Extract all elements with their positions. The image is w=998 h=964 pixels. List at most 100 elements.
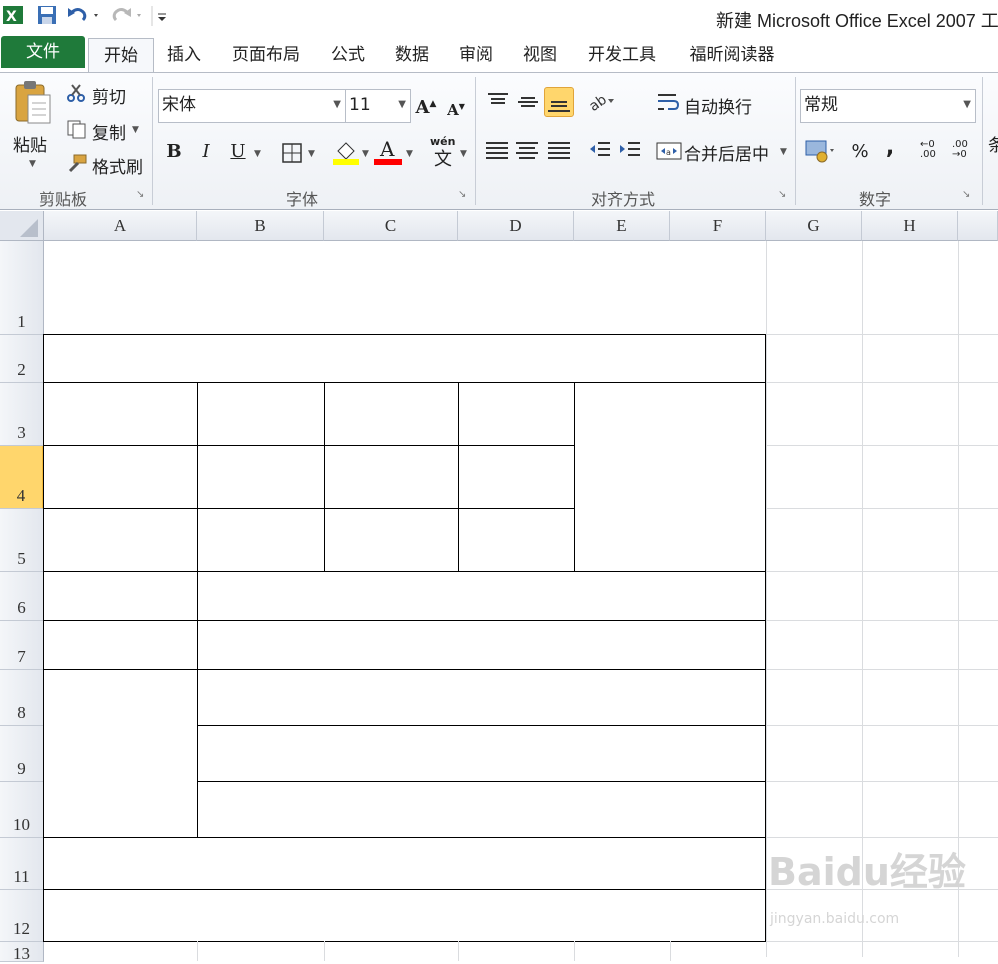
comma-button[interactable]: , <box>880 135 900 161</box>
cell-d5[interactable] <box>458 508 575 572</box>
cell-d4[interactable] <box>458 445 575 509</box>
tab-formulas[interactable]: 公式 <box>322 38 374 72</box>
select-all-corner[interactable] <box>0 211 44 241</box>
cell-c4[interactable] <box>324 445 459 509</box>
cut-icon[interactable] <box>66 83 86 107</box>
row-header-2[interactable]: 2 <box>0 335 44 383</box>
cell-a7[interactable] <box>43 620 198 670</box>
cell-a2-f2-merged[interactable] <box>43 334 766 383</box>
font-size-select[interactable]: 11 ▼ <box>345 89 411 123</box>
align-right-icon[interactable] <box>546 139 572 167</box>
cell-c3[interactable] <box>324 382 459 446</box>
italic-button[interactable]: I <box>194 139 218 165</box>
row-header-7[interactable]: 7 <box>0 621 44 670</box>
font-color-button[interactable]: A <box>374 137 404 165</box>
column-header-d[interactable]: D <box>458 211 574 241</box>
decrease-indent-icon[interactable] <box>588 139 612 167</box>
percent-button[interactable]: % <box>848 139 872 165</box>
tab-page-layout[interactable]: 页面布局 <box>224 38 308 72</box>
cell-b8-f8-merged[interactable] <box>197 669 766 726</box>
accounting-format-icon[interactable] <box>804 137 834 169</box>
copy-icon[interactable] <box>66 119 88 143</box>
cell-e3-f5-merged[interactable] <box>574 382 766 572</box>
align-middle-icon[interactable] <box>516 91 540 117</box>
redo-icon[interactable] <box>110 4 141 26</box>
orientation-icon[interactable]: ab <box>586 89 614 117</box>
paste-dropdown-arrow[interactable]: ▼ <box>29 159 36 169</box>
cell-b3[interactable] <box>197 382 325 446</box>
worksheet-grid[interactable]: A B C D E F G H 1 2 3 4 5 6 7 8 9 10 11 … <box>0 211 998 963</box>
cell-b10-f10-merged[interactable] <box>197 781 766 838</box>
align-bottom-button[interactable] <box>544 87 574 117</box>
tab-review[interactable]: 审阅 <box>450 38 502 72</box>
row-header-3[interactable]: 3 <box>0 383 44 446</box>
phonetic-guide-button[interactable]: wén 文 <box>430 135 460 170</box>
copy-dropdown-arrow[interactable]: ▼ <box>132 125 139 135</box>
increase-indent-icon[interactable] <box>618 139 642 167</box>
wrap-text-icon[interactable] <box>656 91 680 119</box>
copy-button[interactable]: 复制 <box>92 119 126 144</box>
font-color-dropdown-arrow[interactable]: ▼ <box>406 149 413 159</box>
row-header-9[interactable]: 9 <box>0 726 44 782</box>
column-header-f[interactable]: F <box>670 211 766 241</box>
row-header-13[interactable]: 13 <box>0 942 44 963</box>
merge-dropdown-arrow[interactable]: ▼ <box>780 147 787 157</box>
tab-view[interactable]: 视图 <box>514 38 566 72</box>
paste-icon[interactable] <box>10 79 54 129</box>
column-header-h[interactable]: H <box>862 211 958 241</box>
grow-font-icon[interactable]: A▲ <box>414 91 438 121</box>
clipboard-launcher-icon[interactable]: ↘ <box>136 189 144 200</box>
save-icon[interactable] <box>36 4 58 26</box>
customize-qat-icon[interactable] <box>150 4 172 26</box>
fill-color-dropdown-arrow[interactable]: ▼ <box>362 149 369 159</box>
shrink-font-icon[interactable]: A▼ <box>444 93 468 123</box>
row-header-12[interactable]: 12 <box>0 890 44 942</box>
tab-data[interactable]: 数据 <box>386 38 438 72</box>
cell-b4[interactable] <box>197 445 325 509</box>
number-format-select[interactable]: 常规 ▼ <box>800 89 976 123</box>
column-header-i[interactable] <box>958 211 998 241</box>
font-launcher-icon[interactable]: ↘ <box>458 189 466 200</box>
border-icon[interactable] <box>280 141 304 169</box>
font-name-select[interactable]: 宋体 ▼ <box>158 89 346 123</box>
underline-dropdown-arrow[interactable]: ▼ <box>254 149 261 159</box>
cell-a8-a10-merged[interactable] <box>43 669 198 838</box>
row-header-11[interactable]: 11 <box>0 838 44 890</box>
merge-center-icon[interactable]: a <box>656 139 682 167</box>
fill-color-icon[interactable] <box>332 137 360 169</box>
cell-b7-f7-merged[interactable] <box>197 620 766 670</box>
tab-foxit-reader[interactable]: 福昕阅读器 <box>680 38 784 72</box>
row-header-5[interactable]: 5 <box>0 509 44 572</box>
bold-button[interactable]: B <box>162 139 186 165</box>
cell-a3[interactable] <box>43 382 198 446</box>
cell-a4[interactable] <box>43 445 198 509</box>
column-header-b[interactable]: B <box>197 211 324 241</box>
decrease-decimal-button[interactable]: .00 →0 <box>952 139 978 163</box>
row-header-10[interactable]: 10 <box>0 782 44 838</box>
cell-a12-f12-merged[interactable] <box>43 889 766 942</box>
tab-insert[interactable]: 插入 <box>158 38 210 72</box>
cut-button[interactable]: 剪切 <box>92 83 126 108</box>
excel-app-icon[interactable]: X <box>2 4 24 26</box>
tab-file[interactable]: 文件 <box>1 36 85 68</box>
undo-icon[interactable] <box>66 4 98 26</box>
cell-d3[interactable] <box>458 382 575 446</box>
align-center-icon[interactable] <box>514 139 540 167</box>
cell-c5[interactable] <box>324 508 459 572</box>
increase-decimal-button[interactable]: ←0 .00 <box>920 139 946 163</box>
column-header-e[interactable]: E <box>574 211 670 241</box>
cell-b5[interactable] <box>197 508 325 572</box>
paste-button[interactable]: 粘贴 <box>13 131 47 156</box>
cell-a6[interactable] <box>43 571 198 621</box>
cell-a11-f11-merged[interactable] <box>43 837 766 890</box>
underline-button[interactable]: U <box>226 139 250 165</box>
wrap-text-button[interactable]: 自动换行 <box>684 93 752 118</box>
row-header-6[interactable]: 6 <box>0 572 44 621</box>
cell-b9-f9-merged[interactable] <box>197 725 766 782</box>
row-header-4[interactable]: 4 <box>0 446 44 509</box>
column-header-c[interactable]: C <box>324 211 458 241</box>
format-painter-button[interactable]: 格式刷 <box>92 153 143 178</box>
conditional-format-label-partial[interactable]: 条 <box>988 131 998 156</box>
tab-home[interactable]: 开始 <box>88 38 154 73</box>
cell-a5[interactable] <box>43 508 198 572</box>
